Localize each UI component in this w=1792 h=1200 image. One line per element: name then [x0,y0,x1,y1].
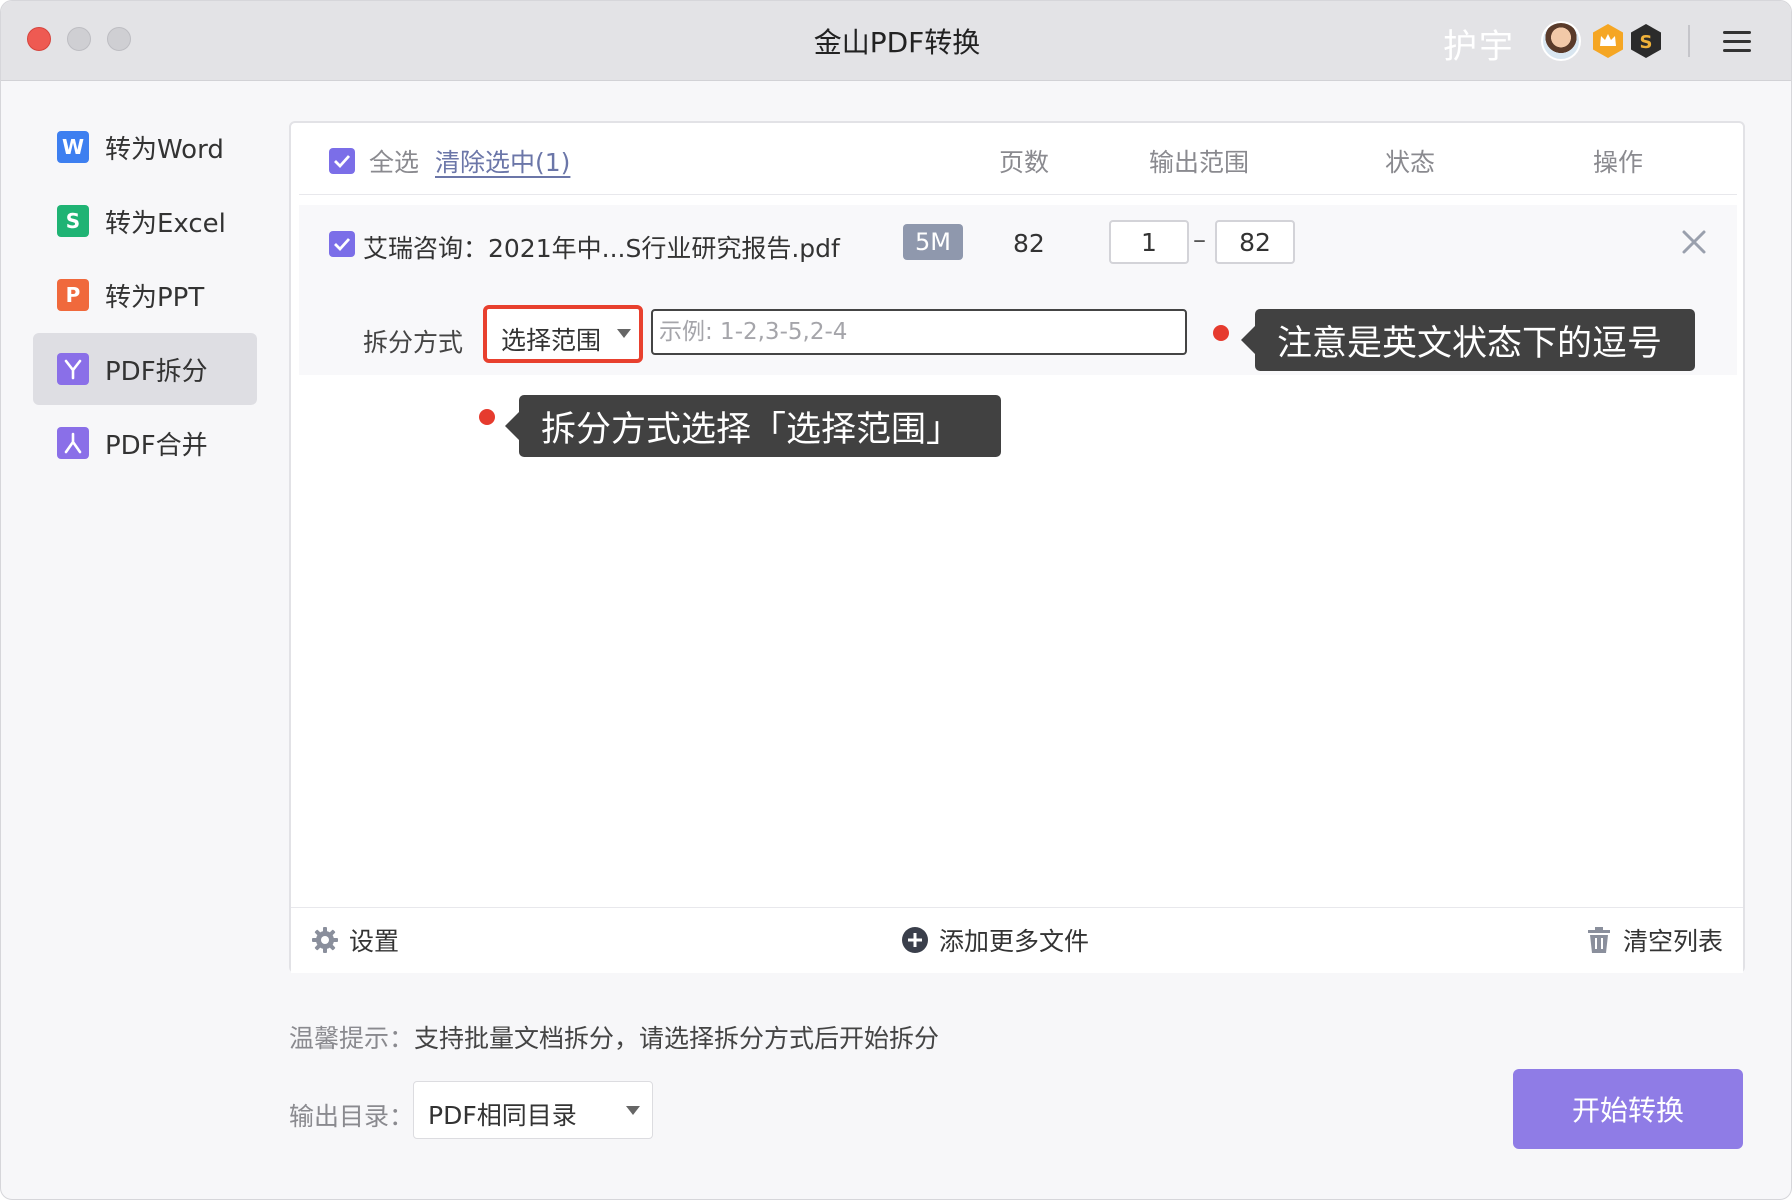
column-header-output-range: 输出范围 [1149,148,1250,177]
add-files-label: 添加更多文件 [939,927,1090,956]
chevron-down-icon [626,1106,640,1115]
range-to-input[interactable]: 82 [1215,220,1295,264]
sidebar-item-to-ppt[interactable]: P 转为PPT [33,259,257,331]
chevron-down-icon [617,329,631,338]
file-size-badge: 5M [903,224,963,260]
excel-icon: S [57,205,89,237]
gear-icon [312,927,338,953]
vip-crown-icon[interactable] [1591,23,1625,59]
tip-content: 支持批量文档拆分，请选择拆分方式后开始拆分 [414,1024,940,1053]
split-range-input[interactable] [651,309,1187,355]
remove-file-icon[interactable] [1679,227,1709,257]
column-header-pages: 页数 [999,148,1050,177]
sidebar-item-label: 转为Excel [105,208,226,239]
member-s-icon[interactable]: S [1629,23,1663,59]
sidebar-item-label: 转为PPT [105,282,205,313]
split-mode-select[interactable]: 选择范围 [483,305,643,363]
sidebar-item-to-excel[interactable]: S 转为Excel [33,185,257,257]
sidebar-item-pdf-merge[interactable]: PDF合并 [33,407,257,479]
clear-list-label: 清空列表 [1623,927,1724,956]
user-name[interactable]: 护宇 [1443,19,1515,68]
table-header: 全选 清除选中(1) 页数 输出范围 状态 操作 [299,123,1737,195]
sidebar-item-pdf-split[interactable]: PDF拆分 [33,333,257,405]
output-dir-select[interactable]: PDF相同目录 [413,1081,653,1139]
output-dir-label: 输出目录： [289,1102,415,1131]
hamburger-menu-icon[interactable] [1723,31,1751,53]
annotation-dot [1213,325,1229,341]
select-all-label[interactable]: 全选 [369,143,419,179]
plus-circle-icon [902,927,928,953]
file-list-panel: 全选 清除选中(1) 页数 输出范围 状态 操作 艾瑞咨询：2021年中...S… [289,121,1745,973]
output-dir-value: PDF相同目录 [428,1101,577,1130]
word-icon: W [57,131,89,163]
file-name: 艾瑞咨询：2021年中...S行业研究报告.pdf [363,234,840,263]
app-title: 金山PDF转换 [813,26,981,59]
sidebar-item-label: 转为Word [105,134,224,165]
title-divider [1688,25,1690,57]
column-header-action: 操作 [1593,148,1644,177]
split-note-tooltip: 拆分方式选择「选择范围」 [505,395,1001,457]
start-convert-button[interactable]: 开始转换 [1513,1069,1743,1149]
pdf-merge-icon [57,427,89,459]
settings-label: 设置 [349,927,400,956]
select-all-checkbox[interactable] [329,148,355,174]
split-mode-label: 拆分方式 [363,328,464,357]
sidebar-item-label: PDF拆分 [105,356,208,387]
range-separator: – [1193,225,1206,255]
app-window: 金山PDF转换 护宇 S W 转为Word S 转为Excel P 转为PPT [0,0,1792,1200]
tip-text: 温馨提示：支持批量文档拆分，请选择拆分方式后开始拆分 [289,1019,939,1055]
tip-label: 温馨提示： [289,1024,415,1053]
user-avatar[interactable] [1541,21,1581,61]
sidebar-item-label: PDF合并 [105,430,208,461]
clear-list-button[interactable]: 清空列表 [1585,922,1723,958]
pdf-split-icon [57,353,89,385]
add-files-button[interactable]: 添加更多文件 [901,922,1089,958]
split-note-text: 拆分方式选择「选择范围」 [541,409,962,450]
column-header-status: 状态 [1385,148,1436,177]
svg-text:S: S [1640,32,1653,53]
title-bar: 金山PDF转换 护宇 S [1,1,1791,81]
split-mode-value: 选择范围 [501,326,602,355]
comma-note-tooltip: 注意是英文状态下的逗号 [1241,309,1695,371]
page-count: 82 [1013,229,1045,258]
sidebar-item-to-word[interactable]: W 转为Word [33,111,257,183]
ppt-icon: P [57,279,89,311]
panel-footer: 设置 添加更多文件 清空列表 [291,907,1743,973]
range-from-input[interactable]: 1 [1109,220,1189,264]
settings-button[interactable]: 设置 [311,922,399,958]
comma-note-text: 注意是英文状态下的逗号 [1277,323,1663,364]
row-checkbox[interactable] [329,231,355,257]
clear-selection-link[interactable]: 清除选中(1) [435,143,570,179]
trash-icon [1588,927,1610,953]
annotation-dot [479,409,495,425]
sidebar: W 转为Word S 转为Excel P 转为PPT PDF拆分 PDF合并 [33,111,257,481]
